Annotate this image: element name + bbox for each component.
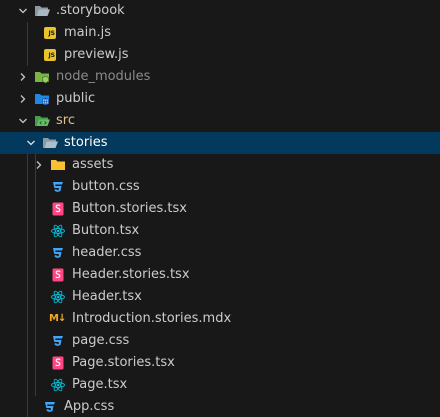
chevron-down-icon[interactable] [15,110,31,132]
markdown-file-icon: M↓ [49,313,66,324]
chevron-right-icon[interactable] [31,154,47,176]
file-button-css[interactable]: button.css [0,176,440,198]
file-label: App.css [64,399,115,414]
folder-label: node_modules [56,69,151,84]
file-label: main.js [64,25,111,40]
file-header-css[interactable]: header.css [0,242,440,264]
react-file-icon [50,377,66,393]
file-label: Page.tsx [72,377,128,392]
folder-stories[interactable]: stories [0,132,440,154]
file-label: button.css [72,179,140,194]
css-file-icon [50,179,66,195]
file-explorer-tree: .storybook JS main.js JS preview.js node… [0,0,440,417]
css-file-icon [42,399,58,415]
folder-assets[interactable]: assets [0,154,440,176]
folder-src[interactable]: src [0,110,440,132]
file-header-tsx[interactable]: Header.tsx [0,286,440,308]
javascript-file-icon: JS [43,47,59,63]
public-folder-icon [34,91,50,107]
file-label: Page.stories.tsx [72,355,175,370]
storybook-file-icon [50,355,66,371]
assets-folder-icon [50,157,66,173]
folder-label: src [56,113,75,128]
file-label: header.css [72,245,142,260]
chevron-down-icon[interactable] [15,0,31,22]
file-button-stories-tsx[interactable]: Button.stories.tsx [0,198,440,220]
file-label: Header.tsx [72,289,142,304]
chevron-down-icon[interactable] [23,132,39,154]
chevron-right-icon[interactable] [15,88,31,110]
file-label: preview.js [64,47,129,62]
file-label: page.css [72,333,130,348]
react-file-icon [50,289,66,305]
file-main-js[interactable]: JS main.js [0,22,440,44]
folder-node-modules[interactable]: node_modules [0,66,440,88]
folder-label: assets [72,157,114,172]
folder-storybook[interactable]: .storybook [0,0,440,22]
file-label: Button.tsx [72,223,140,238]
file-label: Button.stories.tsx [72,201,187,216]
storybook-file-icon [50,201,66,217]
folder-public[interactable]: public [0,88,440,110]
file-header-stories-tsx[interactable]: Header.stories.tsx [0,264,440,286]
folder-open-icon [42,135,58,151]
css-file-icon [50,245,66,261]
node-folder-icon [34,69,50,85]
react-file-icon [50,223,66,239]
file-introduction-stories-mdx[interactable]: M↓ Introduction.stories.mdx [0,308,440,330]
file-label: Header.stories.tsx [72,267,190,282]
file-button-tsx[interactable]: Button.tsx [0,220,440,242]
file-page-stories-tsx[interactable]: Page.stories.tsx [0,352,440,374]
storybook-file-icon [50,267,66,283]
folder-label: public [56,91,96,106]
folder-label: stories [64,135,108,150]
file-app-css[interactable]: App.css [0,396,440,417]
css-file-icon [50,333,66,349]
chevron-right-icon[interactable] [15,66,31,88]
file-label: Introduction.stories.mdx [72,311,232,326]
folder-open-icon [34,3,50,19]
file-preview-js[interactable]: JS preview.js [0,44,440,66]
javascript-file-icon: JS [43,25,59,41]
folder-label: .storybook [56,3,125,18]
file-page-tsx[interactable]: Page.tsx [0,374,440,396]
file-page-css[interactable]: page.css [0,330,440,352]
src-folder-icon [34,113,50,129]
